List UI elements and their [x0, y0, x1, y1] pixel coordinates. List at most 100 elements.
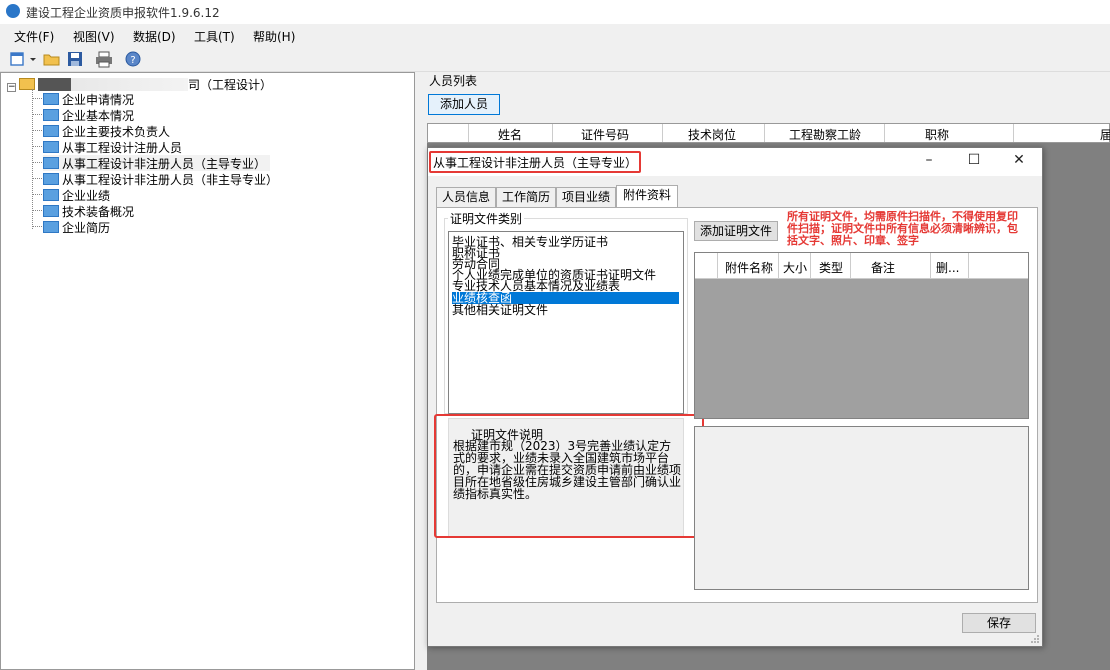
column-separator: [850, 253, 851, 279]
column-separator: [662, 124, 663, 142]
add-certificate-button[interactable]: 添加证明文件: [694, 221, 778, 241]
tree-guide: [32, 194, 42, 195]
navigation-tree: − 司（工程设计） 企业申请情况 企业基本情况 企业主要技术负责人 从事工程设计注…: [0, 72, 415, 670]
column-header-title[interactable]: 职称: [925, 126, 949, 143]
tree-item-basic-info[interactable]: 企业基本情况: [43, 107, 134, 123]
tree-item-tech-lead[interactable]: 企业主要技术负责人: [43, 123, 170, 139]
column-header-size[interactable]: 大小: [783, 259, 807, 276]
folder-icon: [43, 93, 59, 105]
column-header-id[interactable]: 证件号码: [581, 126, 629, 143]
tab-person-info[interactable]: 人员信息: [436, 187, 496, 207]
tree-item-label: 企业申请情况: [62, 93, 135, 107]
category-list[interactable]: 毕业证书、相关专业学历证书 职称证书 劳动合同 个人业绩完成单位的资质证书证明文…: [448, 231, 684, 414]
tree-item-label: 企业业绩: [62, 189, 111, 203]
column-separator: [468, 124, 469, 142]
column-separator: [552, 124, 553, 142]
folder-icon: [43, 221, 59, 233]
app-icon: [6, 4, 20, 18]
tree-item-equipment[interactable]: 技术装备概况: [43, 203, 134, 219]
redacted-company-name: [38, 78, 188, 91]
menu-data[interactable]: 数据(D): [133, 28, 176, 45]
chevron-down-icon[interactable]: [28, 50, 38, 68]
menu-tools[interactable]: 工具(T): [194, 28, 235, 45]
dialog-title-bar[interactable]: 从事工程设计非注册人员（主导专业） – ☐ ✕: [428, 148, 1042, 176]
svg-text:?: ?: [130, 55, 135, 66]
menu-help[interactable]: 帮助(H): [253, 28, 295, 45]
column-separator: [1013, 124, 1014, 142]
column-separator: [884, 124, 885, 142]
column-separator: [764, 124, 765, 142]
menu-view[interactable]: 视图(V): [73, 28, 115, 45]
save-icon[interactable]: [66, 50, 84, 68]
folder-icon: [43, 141, 59, 153]
tree-item-nonregistered-main[interactable]: 从事工程设计非注册人员（主导专业）: [43, 155, 271, 171]
title-highlight-outline: [429, 151, 641, 173]
column-header-type[interactable]: 类型: [819, 259, 843, 276]
help-icon[interactable]: ?: [124, 50, 142, 68]
tree-item-history[interactable]: 企业简历: [43, 219, 110, 235]
tree-item-label: 从事工程设计非注册人员（非主导专业）: [62, 173, 279, 187]
column-separator: [717, 253, 718, 279]
tree-item-nonregistered-other[interactable]: 从事工程设计非注册人员（非主导专业）: [43, 171, 278, 187]
add-person-button[interactable]: 添加人员: [428, 94, 500, 115]
open-folder-icon[interactable]: [43, 50, 61, 68]
attachment-grid-header: 附件名称 大小 类型 备注 删...: [695, 253, 1028, 279]
minimize-icon[interactable]: –: [914, 152, 944, 172]
tree-guide: [32, 146, 42, 147]
column-header-position[interactable]: 技术岗位: [688, 126, 736, 143]
collapse-icon[interactable]: −: [7, 83, 16, 92]
resize-grip-icon[interactable]: [1030, 634, 1040, 644]
tree-guide: [32, 114, 42, 115]
menu-file[interactable]: 文件(F): [14, 28, 54, 45]
list-item[interactable]: 其他相关证明文件: [452, 304, 548, 316]
folder-icon: [43, 109, 59, 121]
description-highlight-outline: [434, 414, 704, 538]
folder-icon: [43, 205, 59, 217]
person-list-label: 人员列表: [429, 74, 478, 88]
person-grid-header: 姓名 证件号码 技术岗位 工程勘察工龄 职称 届: [427, 123, 1110, 143]
menu-bar: 文件(F) 视图(V) 数据(D) 工具(T) 帮助(H): [0, 24, 1110, 46]
column-separator: [930, 253, 931, 279]
column-header-remark[interactable]: 备注: [871, 259, 895, 276]
tree-item-registered-staff[interactable]: 从事工程设计注册人员: [43, 139, 182, 155]
person-dialog: 从事工程设计非注册人员（主导专业） – ☐ ✕ 人员信息 工作简历 项目业绩 附…: [427, 147, 1043, 647]
tab-attachments[interactable]: 附件资料: [616, 185, 678, 208]
tab-project-performance[interactable]: 项目业绩: [556, 187, 616, 207]
tree-guide: [32, 98, 42, 99]
tree-guide: [32, 162, 42, 163]
tree-item-label: 从事工程设计注册人员: [62, 141, 183, 155]
maximize-icon[interactable]: ☐: [959, 152, 989, 172]
tree-item-performance[interactable]: 企业业绩: [43, 187, 110, 203]
column-separator: [968, 253, 969, 279]
window-title: 建设工程企业资质申报软件1.9.6.12: [26, 6, 220, 20]
column-header-name[interactable]: 姓名: [498, 126, 522, 143]
column-header-delete[interactable]: 删...: [936, 259, 959, 276]
tree-root[interactable]: − 司（工程设计）: [7, 76, 272, 92]
print-icon[interactable]: [95, 50, 113, 68]
tree-item-label: 企业简历: [62, 221, 111, 235]
column-separator: [810, 253, 811, 279]
folder-icon: [43, 157, 59, 169]
column-header-extra[interactable]: 届: [1100, 126, 1110, 143]
tab-work-history[interactable]: 工作简历: [496, 187, 556, 207]
tree-item-label: 从事工程设计非注册人员（主导专业）: [62, 157, 267, 171]
tree-item-label: 企业主要技术负责人: [62, 125, 171, 139]
attachment-preview: [694, 426, 1029, 590]
new-icon[interactable]: [9, 50, 27, 68]
save-button[interactable]: 保存: [962, 613, 1036, 633]
folder-icon: [43, 189, 59, 201]
tree-root-label: 司（工程设计）: [188, 78, 273, 92]
warning-text: 所有证明文件，均需原件扫描件，不得使用复印件扫描；证明文件中所有信息必须清晰辨识…: [787, 210, 1018, 247]
close-icon[interactable]: ✕: [1004, 152, 1034, 172]
tree-item-application[interactable]: 企业申请情况: [43, 91, 134, 107]
column-header-file-name[interactable]: 附件名称: [725, 259, 773, 276]
tree-guide: [32, 130, 42, 131]
tree-guide: [32, 226, 42, 227]
column-separator: [778, 253, 779, 279]
tree-guide-line: [32, 89, 33, 229]
folder-icon: [43, 125, 59, 137]
column-header-seniority[interactable]: 工程勘察工龄: [789, 126, 861, 143]
title-bar: 建设工程企业资质申报软件1.9.6.12: [0, 0, 1110, 24]
attachment-grid[interactable]: 附件名称 大小 类型 备注 删...: [694, 252, 1029, 419]
folder-icon: [43, 173, 59, 185]
